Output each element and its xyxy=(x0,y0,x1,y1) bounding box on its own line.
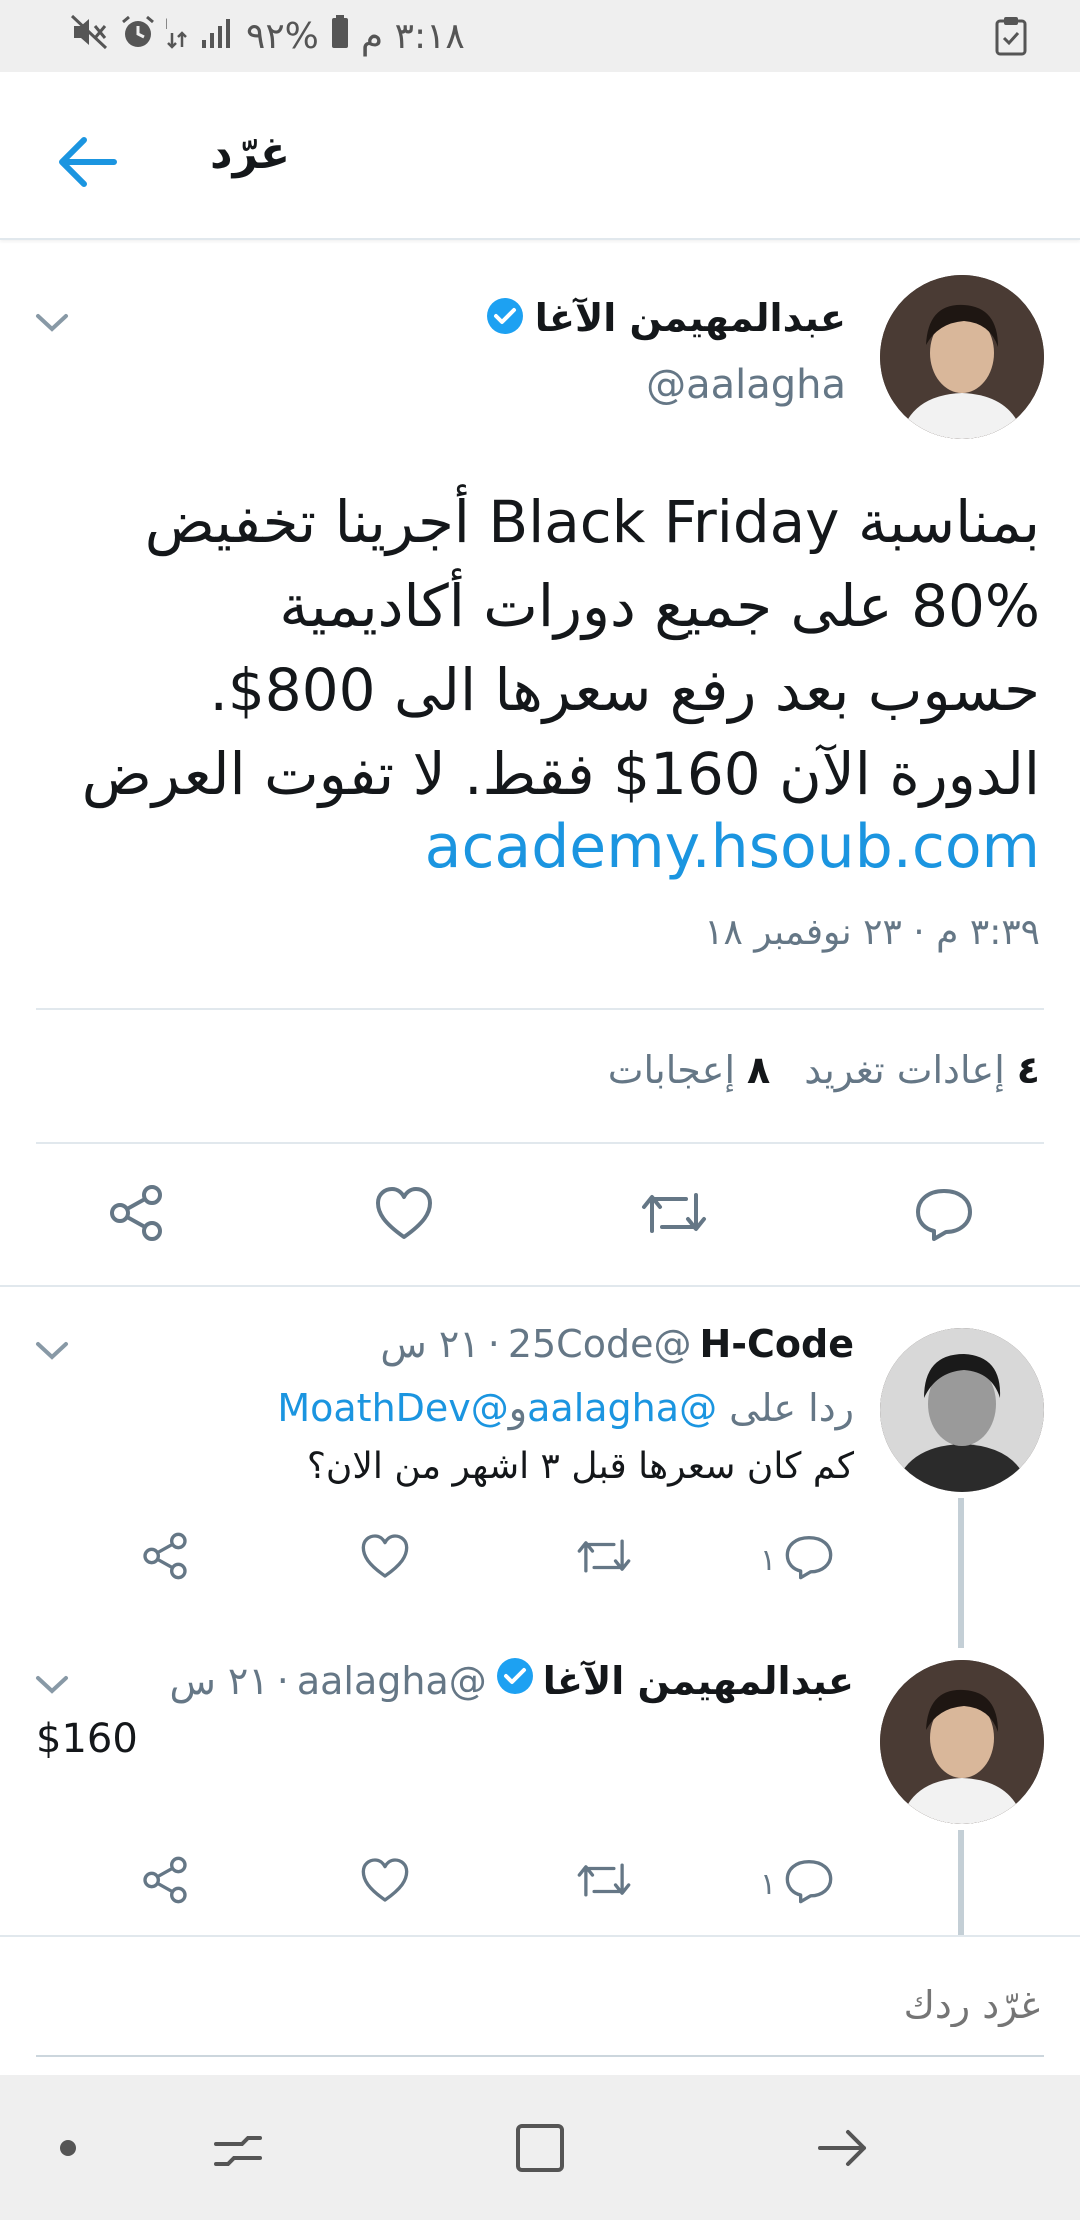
tweet-stats: ٤إعادات تغريد ٨إعجابات xyxy=(608,1048,1040,1092)
reply-button[interactable]: ١ xyxy=(760,1528,834,1592)
reply-menu-button[interactable] xyxy=(32,1664,72,1708)
reply-text: كم كان سعرها قبل ٣ اشهر من الان؟ xyxy=(306,1446,854,1487)
tweet-text-line: 80% على جميع دورات أكاديمية xyxy=(279,572,1040,640)
reply-to-line: ردا على @aalaghaو@MoathDev xyxy=(277,1386,854,1430)
home-square-icon xyxy=(512,2120,568,2180)
avatar[interactable] xyxy=(880,275,1044,439)
retweet-button[interactable] xyxy=(576,1528,632,1592)
mention-link[interactable]: @MoathDev xyxy=(277,1386,508,1430)
status-time: ٣:١٨ م xyxy=(360,15,465,57)
tweet-timestamp: ٣:٣٩ م · ٢٣ نوفمبر ١٨ xyxy=(704,912,1040,953)
like-button[interactable] xyxy=(364,1175,444,1255)
retweet-icon xyxy=(576,1858,632,1910)
data-icon: H+ xyxy=(146,15,190,58)
mention-link[interactable]: @aalagha xyxy=(527,1386,717,1430)
reply-button[interactable]: ١ xyxy=(760,1852,834,1916)
dot-icon xyxy=(58,2138,78,2162)
divider xyxy=(36,2055,1044,2057)
reply-author-handle[interactable]: @aalagha xyxy=(297,1659,487,1703)
main-author-row: عبدالمهيمن الآغا xyxy=(485,296,846,340)
reply-time: ٢١ س xyxy=(169,1658,269,1703)
share-icon xyxy=(106,1183,166,1247)
like-button[interactable] xyxy=(360,1528,410,1592)
tweet-text-line: حسوب بعد رفع سعرها الى 800$. xyxy=(209,656,1040,724)
share-icon xyxy=(140,1531,190,1589)
back-nav-icon xyxy=(814,2120,870,2180)
like-icon xyxy=(360,1532,410,1588)
reply-author-row: عبدالمهيمن الآغا @aalagha · ٢١ س xyxy=(169,1656,854,1705)
like-icon xyxy=(374,1185,434,1245)
chevron-down-icon xyxy=(32,314,72,346)
main-tweet-actions xyxy=(0,1175,1080,1255)
like-button[interactable] xyxy=(360,1852,410,1916)
tweet-text-line: بمناسبة Black Friday أجرينا تخفيض xyxy=(144,488,1040,556)
battery-icon xyxy=(329,14,351,58)
like-icon xyxy=(360,1856,410,1912)
mute-icon xyxy=(70,14,110,59)
status-bar-left: ٣:١٨ م %٩٢ H+ xyxy=(70,10,465,62)
recents-button[interactable] xyxy=(198,2110,278,2190)
share-button[interactable] xyxy=(96,1175,176,1255)
reply-text: $160 xyxy=(36,1716,138,1762)
divider xyxy=(0,1285,1080,1287)
tweet-menu-button[interactable] xyxy=(32,302,72,346)
back-button[interactable] xyxy=(52,128,124,200)
thread-line xyxy=(958,1830,964,1935)
retweets-stat[interactable]: ٤إعادات تغريد xyxy=(804,1048,1040,1092)
divider xyxy=(36,1142,1044,1144)
author-name[interactable]: عبدالمهيمن الآغا xyxy=(535,296,846,340)
verified-badge-icon xyxy=(495,1656,535,1705)
alarm-icon xyxy=(120,14,156,59)
recents-icon xyxy=(210,2120,266,2180)
author-handle[interactable]: @aalagha xyxy=(646,362,846,408)
header-bar xyxy=(0,72,1080,240)
reply-icon xyxy=(914,1185,974,1245)
reply-button[interactable] xyxy=(904,1175,984,1255)
retweet-button[interactable] xyxy=(576,1852,632,1916)
reply-icon xyxy=(784,1856,834,1912)
nav-dot-button[interactable] xyxy=(28,2110,108,2190)
home-button[interactable] xyxy=(500,2110,580,2190)
clipboard-icon xyxy=(994,16,1028,60)
tweet-link[interactable]: academy.hsoub.com xyxy=(425,812,1040,882)
reply-icon xyxy=(784,1532,834,1588)
chevron-down-icon xyxy=(32,1676,72,1708)
avatar[interactable] xyxy=(880,1328,1044,1492)
back-nav-button[interactable] xyxy=(802,2110,882,2190)
reply-count: ١ xyxy=(760,1542,777,1578)
thread-line xyxy=(958,1498,964,1648)
share-button[interactable] xyxy=(140,1528,190,1592)
verified-badge-icon xyxy=(485,296,525,340)
share-button[interactable] xyxy=(140,1852,190,1916)
reply-author-handle[interactable]: @25Code xyxy=(508,1322,692,1366)
battery-percent: %٩٢ xyxy=(246,15,319,57)
reply-author-name[interactable]: H-Code xyxy=(699,1322,854,1366)
tweet-text-line: الدورة الآن 160$ فقط. لا تفوت العرض xyxy=(81,740,1040,808)
reply-author-row: H-Code @25Code · ٢١ س xyxy=(380,1322,854,1366)
retweet-button[interactable] xyxy=(634,1175,714,1255)
share-icon xyxy=(140,1855,190,1913)
reply-input[interactable] xyxy=(36,1975,1040,2035)
tweet-text: بمناسبة Black Friday أجرينا تخفيض 80% عل… xyxy=(80,480,1040,816)
reply-time: ٢١ س xyxy=(380,1322,480,1366)
retweet-icon xyxy=(640,1187,708,1243)
reply-author-name[interactable]: عبدالمهيمن الآغا xyxy=(543,1659,854,1703)
reply-count: ١ xyxy=(760,1866,777,1902)
likes-stat[interactable]: ٨إعجابات xyxy=(608,1048,770,1092)
retweet-icon xyxy=(576,1534,632,1586)
signal-icon xyxy=(200,16,236,57)
chevron-down-icon xyxy=(32,1342,72,1374)
reply-dot: · xyxy=(276,1658,289,1703)
divider xyxy=(36,1008,1044,1010)
page-title: غرّد xyxy=(210,128,291,179)
reply-dot: · xyxy=(487,1322,500,1366)
svg-text:H+: H+ xyxy=(166,17,168,33)
back-arrow-icon xyxy=(58,136,118,192)
avatar[interactable] xyxy=(880,1660,1044,1824)
reply-menu-button[interactable] xyxy=(32,1330,72,1374)
